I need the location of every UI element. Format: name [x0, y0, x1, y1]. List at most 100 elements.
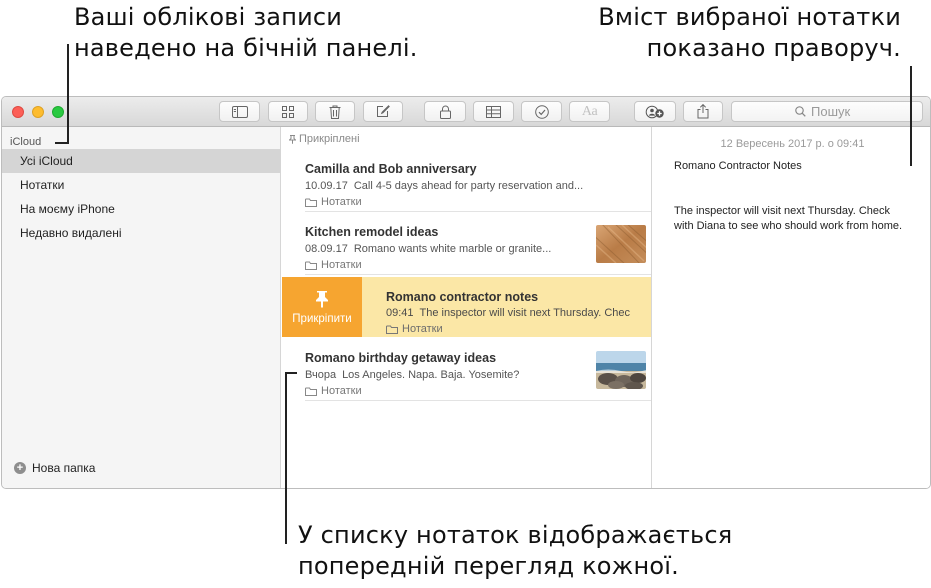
- note-date: 09:41: [386, 307, 414, 319]
- divider: [305, 211, 651, 212]
- pin-action-button[interactable]: Прикріпити: [282, 277, 362, 337]
- note-preview-text: Romano wants white marble or granite...: [353, 243, 552, 255]
- note-folder: Нотатки: [305, 196, 362, 208]
- sidebar: iCloud Усі iCloud Нотатки На моєму iPhon…: [2, 127, 281, 488]
- search-field[interactable]: [731, 101, 923, 122]
- folder-icon: [305, 387, 317, 396]
- checklist-button[interactable]: [521, 101, 562, 122]
- pin-icon: [289, 134, 296, 144]
- callout-line: Вміст вибраної нотатки: [598, 3, 901, 31]
- note-date: 10.09.17: [305, 180, 348, 192]
- beach-rocks-thumbnail: [596, 351, 646, 389]
- folder-icon: [305, 198, 317, 207]
- note-preview: 08.09.17 Romano wants white marble or gra…: [305, 243, 551, 255]
- divider: [305, 274, 651, 275]
- search-icon: [795, 106, 806, 117]
- notes-window: Aa iCloud Усі iCloud Нотатки На моєму iP…: [1, 96, 931, 489]
- delete-button[interactable]: [315, 101, 355, 122]
- sidebar-item-recently-deleted[interactable]: Недавно видалені: [2, 221, 281, 245]
- minimize-window-button[interactable]: [32, 106, 44, 118]
- note-preview-text: Call 4-5 days ahead for party reservatio…: [353, 180, 584, 192]
- plus-circle-icon: +: [14, 462, 26, 474]
- folder-icon: [386, 325, 398, 334]
- account-header: iCloud: [10, 136, 42, 148]
- wood-floor-thumbnail: [596, 225, 646, 263]
- note-preview-text: Los Angeles. Napa. Baja. Yosemite?: [342, 369, 520, 381]
- trash-icon: [329, 105, 341, 119]
- note-folder-label: Нотатки: [321, 196, 362, 208]
- note-list-item-selected[interactable]: Прикріпити Romano contractor notes 09:41…: [282, 277, 651, 337]
- note-list-item[interactable]: Camilla and Bob anniversary 10.09.17 Call…: [282, 151, 651, 212]
- note-timestamp: 12 Вересень 2017 р. о 09:41: [720, 138, 865, 150]
- note-folder: Нотатки: [305, 259, 362, 271]
- note-preview: 10.09.17 Call 4-5 days ahead for party re…: [305, 180, 583, 192]
- text-format-icon: Aa: [581, 103, 598, 119]
- sidebar-item-label: Усі iCloud: [20, 154, 73, 168]
- sidebar-item-on-my-iphone[interactable]: На моєму iPhone: [2, 197, 281, 221]
- callout-list: У списку нотаток відображається попередн…: [298, 520, 732, 582]
- callout-line: попередній перегляд кожної.: [298, 552, 679, 580]
- sidebar-toggle-button[interactable]: [219, 101, 260, 122]
- callout-content: Вміст вибраної нотатки показано праворуч…: [598, 2, 901, 64]
- note-title: Camilla and Bob anniversary: [305, 162, 477, 176]
- note-preview: 09:41 The inspector will visit next Thurs…: [386, 307, 630, 319]
- callout-leader-line: [55, 142, 69, 144]
- checklist-icon: [534, 104, 549, 119]
- note-title: Romano contractor notes: [386, 290, 539, 304]
- close-window-button[interactable]: [12, 106, 24, 118]
- note-list-item[interactable]: Kitchen remodel ideas 08.09.17 Romano wan…: [282, 214, 651, 275]
- share-icon: [697, 104, 709, 119]
- compose-icon: [377, 105, 390, 117]
- sidebar-item-label: Недавно видалені: [20, 226, 122, 240]
- zoom-window-button[interactable]: [52, 106, 64, 118]
- lock-icon: [439, 105, 451, 119]
- divider: [305, 400, 651, 401]
- sidebar-item-label: Нотатки: [20, 178, 65, 192]
- notes-list: Прикріплені Camilla and Bob anniversary …: [282, 127, 652, 488]
- new-folder-button[interactable]: + Нова папка: [14, 461, 95, 475]
- note-folder-label: Нотатки: [321, 259, 362, 271]
- note-list-item[interactable]: Romano birthday getaway ideas Вчора Los A…: [282, 340, 651, 401]
- note-preview: Вчора Los Angeles. Napa. Baja. Yosemite?: [305, 369, 519, 381]
- share-button[interactable]: [683, 101, 723, 122]
- text-format-button[interactable]: Aa: [569, 101, 610, 122]
- table-button[interactable]: [473, 101, 514, 122]
- callout-line: наведено на бічній панелі.: [74, 34, 418, 62]
- callout-leader-line: [910, 66, 912, 166]
- pinned-header-label: Прикріплені: [299, 133, 360, 145]
- note-content-pane[interactable]: 12 Вересень 2017 р. о 09:41 Romano Contr…: [653, 127, 930, 488]
- sidebar-item-label: На моєму iPhone: [20, 202, 115, 216]
- note-folder-label: Нотатки: [321, 385, 362, 397]
- pinned-section-header: Прикріплені: [289, 133, 360, 145]
- compose-button[interactable]: [363, 101, 403, 122]
- callout-leader-line: [285, 372, 287, 544]
- search-input[interactable]: [811, 104, 859, 119]
- note-folder: Нотатки: [386, 323, 443, 335]
- pin-action-label: Прикріпити: [292, 312, 352, 325]
- callout-sidebar: Ваші облікові записи наведено на бічній …: [74, 2, 418, 64]
- sidebar-toggle-icon: [231, 105, 248, 118]
- add-people-button[interactable]: [634, 101, 676, 122]
- note-folder-label: Нотатки: [402, 323, 443, 335]
- add-people-icon: [645, 105, 664, 118]
- note-title: Romano birthday getaway ideas: [305, 351, 497, 365]
- callout-leader-line: [285, 372, 297, 374]
- note-content-body: The inspector will visit next Thursday. …: [674, 205, 903, 232]
- table-icon: [486, 105, 501, 118]
- swipe-row: Прикріпити Romano contractor notes 09:41…: [282, 277, 651, 337]
- callout-line: Ваші облікові записи: [74, 3, 343, 31]
- pin-icon: [316, 290, 328, 307]
- note-date: Вчора: [305, 369, 337, 381]
- sidebar-item-all-icloud[interactable]: Усі iCloud: [2, 149, 281, 173]
- callout-leader-line: [67, 44, 69, 143]
- lock-button[interactable]: [424, 101, 466, 122]
- note-title: Kitchen remodel ideas: [305, 225, 439, 239]
- folder-icon: [305, 261, 317, 270]
- note-date: 08.09.17: [305, 243, 348, 255]
- gallery-view-icon: [282, 105, 294, 118]
- note-content-title: Romano Contractor Notes: [674, 160, 802, 172]
- gallery-view-button[interactable]: [268, 101, 308, 122]
- new-folder-label: Нова папка: [32, 461, 96, 475]
- sidebar-item-notes[interactable]: Нотатки: [2, 173, 281, 197]
- callout-line: У списку нотаток відображається: [298, 521, 733, 549]
